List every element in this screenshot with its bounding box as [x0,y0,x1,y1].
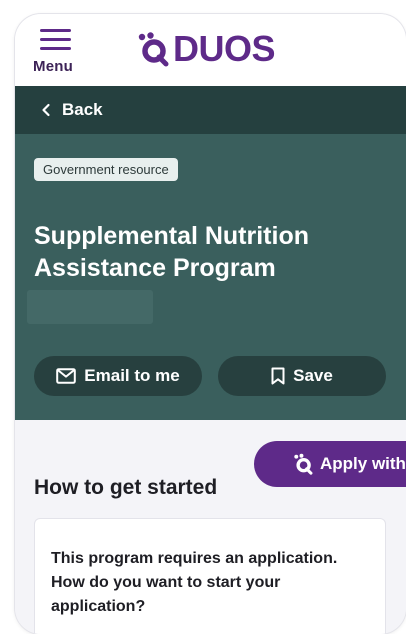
duos-logo[interactable]: DUOS [135,28,276,69]
top-header: Menu DUOS [15,14,406,86]
envelope-icon [56,368,77,384]
get-started-section: How to get started Apply with This progr… [15,420,406,634]
logo-text: DUOS [173,28,276,69]
email-to-me-button[interactable]: Email to me [34,356,202,396]
save-button-label: Save [293,366,333,385]
duos-logo-icon [294,453,313,475]
save-button[interactable]: Save [218,356,386,396]
section-heading: How to get started [34,476,218,499]
menu-button[interactable]: Menu [33,28,81,80]
back-button[interactable]: Back [15,86,406,134]
duos-logo-icon [138,32,169,67]
apply-with-duos-button[interactable]: Apply with [254,441,406,487]
chevron-left-icon [42,103,50,117]
hamburger-icon [40,29,71,51]
redacted-block [27,290,153,324]
menu-label: Menu [33,58,73,75]
email-button-label: Email to me [84,366,180,385]
resource-type-badge: Government resource [34,158,178,181]
phone-frame: Menu DUOS Back Government resource Suppl… [15,14,406,634]
bookmark-icon [271,367,285,385]
application-card: This program requires an application. Ho… [34,518,386,634]
back-label: Back [62,100,103,119]
apply-button-label: Apply with [320,454,406,473]
application-prompt: This program requires an application. Ho… [51,550,338,615]
program-hero: Government resource Supplemental Nutriti… [15,134,406,420]
program-title: Supplemental Nutrition Assistance Progra… [34,222,309,282]
